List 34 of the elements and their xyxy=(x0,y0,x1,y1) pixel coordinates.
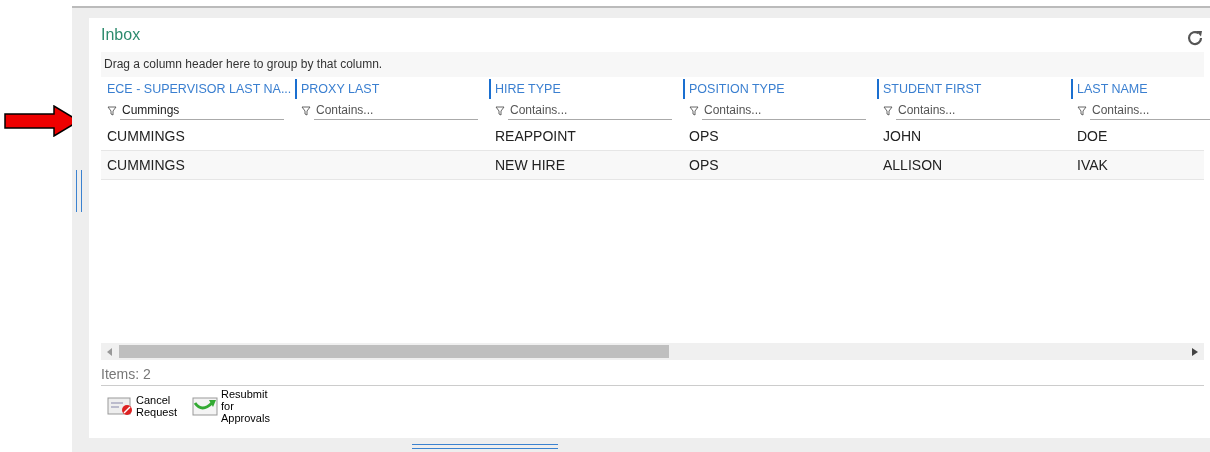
cancel-card-icon xyxy=(107,395,133,417)
action-button[interactable]: Cancel Request xyxy=(107,388,184,424)
scroll-thumb[interactable] xyxy=(119,345,669,358)
table-cell: CUMMINGS xyxy=(107,157,185,173)
column-header[interactable]: LAST NAME xyxy=(1071,79,1210,99)
table-cell: OPS xyxy=(689,128,719,144)
panel-title: Inbox xyxy=(101,26,141,44)
column-header[interactable]: ECE - SUPERVISOR LAST NA... xyxy=(101,79,295,99)
scroll-right-icon[interactable] xyxy=(1192,347,1198,356)
column-header[interactable]: PROXY LAST xyxy=(295,79,489,99)
table-cell: JOHN xyxy=(883,128,922,144)
scroll-left-icon[interactable] xyxy=(107,347,113,356)
action-button[interactable]: Resubmit for Approvals xyxy=(192,388,275,424)
table-cell: ALLISON xyxy=(883,157,943,173)
table-cell: IVAK xyxy=(1077,157,1108,173)
column-header[interactable]: POSITION TYPE xyxy=(683,79,877,99)
table-cell: NEW HIRE xyxy=(495,157,565,173)
group-by-area: Drag a column header here to group by that column. xyxy=(101,52,1204,77)
horizontal-scrollbar[interactable] xyxy=(101,343,1204,360)
column-header[interactable]: STUDENT FIRST xyxy=(877,79,1071,99)
column-header[interactable]: HIRE TYPE xyxy=(489,79,683,99)
item-count: Items: 2 xyxy=(101,360,1204,386)
filter-icon[interactable] xyxy=(495,105,505,116)
table-cell: DOE xyxy=(1077,128,1108,144)
table-row[interactable]: CUMMINGS NEW HIRE OPS ALLISON IVAK xyxy=(101,151,1204,180)
filter-icon[interactable] xyxy=(1077,105,1087,116)
filter-icon[interactable] xyxy=(883,105,893,116)
filter-icon[interactable] xyxy=(689,105,699,116)
filter-icon[interactable] xyxy=(301,105,311,116)
table-cell: OPS xyxy=(689,157,719,173)
table-cell: REAPPOINT xyxy=(495,128,576,144)
refresh-icon[interactable] xyxy=(1186,29,1204,47)
table-cell: CUMMINGS xyxy=(107,128,185,144)
filter-icon[interactable] xyxy=(107,105,117,116)
